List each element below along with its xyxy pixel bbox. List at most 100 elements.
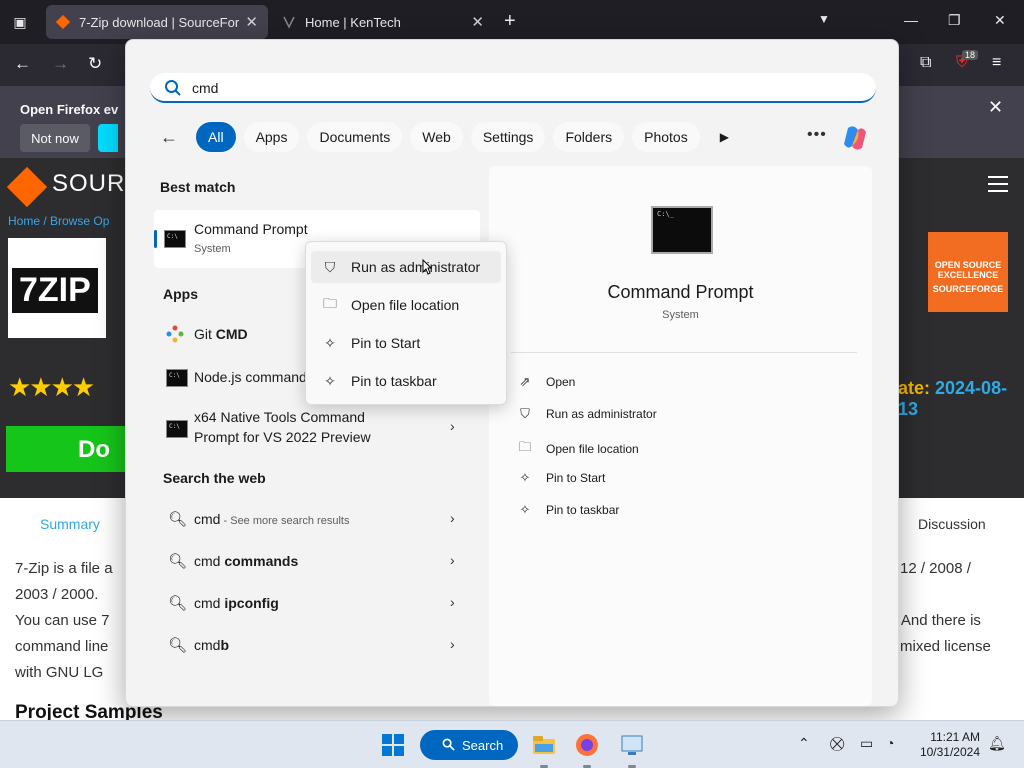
context-pin-to-start[interactable]: ✧ Pin to Start <box>311 327 501 359</box>
selection-indicator <box>154 230 157 248</box>
breadcrumb[interactable]: Home / Browse Op <box>8 214 109 228</box>
folder-icon: 🗀 <box>323 295 337 311</box>
description-line: command line <box>15 638 109 655</box>
search-input[interactable]: cmd <box>150 73 876 103</box>
taskbar-search-button[interactable]: Search <box>420 730 518 760</box>
chevron-right-icon[interactable]: › <box>450 552 455 568</box>
web-result-cmd[interactable]: 🔍︎ cmd - See more search results › <box>154 502 480 536</box>
pin-icon: ✧ <box>324 372 336 389</box>
nodejs-cmd-icon <box>166 369 188 387</box>
taskbar-clock[interactable]: 11:21 AM 10/31/2024 <box>912 730 980 760</box>
action-label: Pin to taskbar <box>546 503 620 517</box>
sourceforge-logo-icon[interactable] <box>6 166 48 208</box>
web-result-cmd-commands[interactable]: 🔍︎ cmd commands › <box>154 544 480 578</box>
tab-title: Home | KenTech <box>305 14 401 30</box>
tab-discussion[interactable]: Discussion <box>918 516 986 532</box>
chevron-down-icon[interactable]: ▼ <box>818 12 830 26</box>
tab-7zip-sourceforge[interactable]: 7-Zip download | SourceForge.net ✕ <box>46 5 268 39</box>
restore-icon[interactable]: ❐ <box>948 12 961 29</box>
tab-summary[interactable]: Summary <box>40 516 100 532</box>
download-button[interactable]: Do <box>6 426 126 472</box>
detail-action-open[interactable]: ⇗ Open <box>517 374 576 390</box>
context-open-file-location[interactable]: 🗀 Open file location <box>311 289 501 321</box>
context-run-as-administrator[interactable]: ⛉ Run as administrator <box>311 251 501 283</box>
app-result-x64-native-tools[interactable]: x64 Native Tools Command Prompt for VS 2… <box>154 406 480 452</box>
web-result-cmd-ipconfig[interactable]: 🔍︎ cmd ipconfig › <box>154 586 480 620</box>
notification-bell-icon[interactable]: 🔔︎ <box>988 735 1006 752</box>
copilot-icon[interactable] <box>840 124 870 152</box>
brand-name[interactable]: SOUR <box>52 170 125 198</box>
reload-icon[interactable]: ↻ <box>88 54 102 74</box>
close-notification-icon[interactable]: ✕ <box>988 97 1003 118</box>
app-title-line1: x64 Native Tools Command <box>194 409 365 425</box>
scroll-filters-icon[interactable]: ▶ <box>720 130 729 144</box>
open-external-icon: ⇗ <box>519 374 531 389</box>
web-result-cmdb[interactable]: 🔍︎ cmdb › <box>154 628 480 662</box>
filter-web[interactable]: Web <box>410 122 463 152</box>
logo-text: 7ZIP <box>12 268 98 313</box>
firefox-icon[interactable] <box>575 733 599 757</box>
description-line: p. And there is <box>885 612 981 629</box>
tab-kentech[interactable]: Home | KenTech ✕ <box>272 5 494 39</box>
filter-photos[interactable]: Photos <box>632 122 700 152</box>
chevron-right-icon[interactable]: › <box>450 510 455 526</box>
badge-line: OPEN SOURCE <box>934 260 1002 270</box>
folder-icon: 🗀 <box>518 439 532 454</box>
display-icon[interactable]: ▭ <box>860 735 873 752</box>
detail-action-run-as-admin[interactable]: ⛉ Run as administrator <box>517 406 657 422</box>
network-icon[interactable]: ⛒ <box>830 735 844 752</box>
detail-action-pin-to-start[interactable]: ✧ Pin to Start <box>517 470 606 486</box>
kentech-favicon-icon <box>283 16 295 29</box>
chevron-up-icon[interactable]: ⌃ <box>798 735 810 752</box>
close-window-icon[interactable]: ✕ <box>994 12 1006 29</box>
shield-icon: ⛉ <box>520 406 530 421</box>
search-icon: 🔍︎ <box>168 553 188 570</box>
filter-settings[interactable]: Settings <box>470 122 546 152</box>
best-match-heading: Best match <box>160 179 236 195</box>
close-tab-icon[interactable]: ✕ <box>245 13 258 31</box>
control-panel-icon[interactable] <box>620 733 644 757</box>
back-arrow-icon[interactable]: ← <box>160 127 180 148</box>
notification-primary-button[interactable] <box>98 124 118 152</box>
filter-all[interactable]: All <box>196 122 236 152</box>
search-web-heading: Search the web <box>163 470 266 486</box>
close-tab-icon[interactable]: ✕ <box>471 13 484 31</box>
taskbar-search-label: Search <box>462 737 504 753</box>
menu-icon[interactable]: ≡ <box>992 54 1001 72</box>
7zip-logo: 7ZIP <box>8 238 106 338</box>
minimize-icon[interactable]: — <box>904 12 918 28</box>
command-prompt-large-icon <box>651 206 713 254</box>
detail-action-pin-to-taskbar[interactable]: ✧ Pin to taskbar <box>517 502 620 518</box>
clock-date: 10/31/2024 <box>919 745 980 759</box>
context-pin-to-taskbar[interactable]: ✧ Pin to taskbar <box>311 365 501 397</box>
forward-icon[interactable]: → <box>52 54 69 74</box>
filter-folders[interactable]: Folders <box>553 122 625 152</box>
command-prompt-icon <box>164 230 186 248</box>
description-line: 2003 / 2000. <box>15 586 99 603</box>
chevron-right-icon[interactable]: › <box>450 636 455 652</box>
description-line: 12 / 2008 / <box>900 560 971 577</box>
filter-documents[interactable]: Documents <box>307 122 403 152</box>
new-tab-icon[interactable]: + <box>504 10 516 33</box>
chevron-right-icon[interactable]: › <box>450 594 455 610</box>
not-now-button[interactable]: Not now <box>20 124 90 152</box>
divider <box>511 352 857 353</box>
hamburger-menu-icon[interactable] <box>988 176 1008 192</box>
filter-apps[interactable]: Apps <box>243 122 300 152</box>
detail-title: Command Prompt <box>607 282 754 302</box>
file-explorer-icon[interactable] <box>532 733 556 757</box>
extensions-icon[interactable]: ⧉ <box>920 54 931 72</box>
volume-icon[interactable]: ◔ <box>886 735 894 751</box>
windows-start-icon[interactable] <box>382 734 404 756</box>
best-match-title: Command Prompt <box>194 221 308 237</box>
sourceforge-favicon-icon <box>56 15 70 29</box>
app-title: Git CMD <box>194 326 248 342</box>
detail-action-open-file-location[interactable]: 🗀 Open file location <box>517 438 638 460</box>
back-icon[interactable]: ← <box>14 54 31 74</box>
chevron-right-icon[interactable]: › <box>450 418 455 434</box>
action-label: Run as administrator <box>546 407 657 421</box>
detail-subtitle: System <box>662 309 699 321</box>
description-line: mixed license <box>900 638 991 655</box>
tab-list-icon[interactable]: ▣ <box>8 11 32 33</box>
more-options-icon[interactable]: ••• <box>807 126 827 144</box>
